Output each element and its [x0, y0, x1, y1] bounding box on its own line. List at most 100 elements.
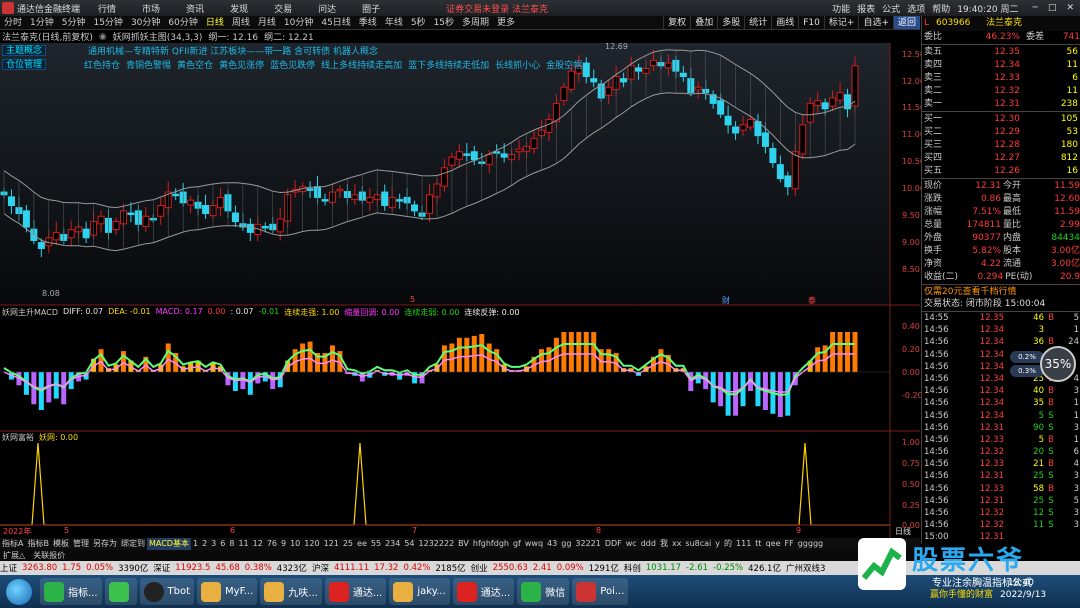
- related-quote-button[interactable]: 关联报价: [33, 550, 65, 561]
- indicator-tab[interactable]: 25: [341, 538, 355, 550]
- tf-15min[interactable]: 15分钟: [89, 16, 126, 29]
- minimize-icon[interactable]: ─: [1033, 3, 1038, 13]
- indicator-tab[interactable]: ee: [355, 538, 369, 550]
- indicator-tab[interactable]: 9: [279, 538, 288, 550]
- indicator-tab[interactable]: ddd: [639, 538, 658, 550]
- tf-year[interactable]: 年线: [381, 16, 407, 29]
- indicator-tab[interactable]: 1232222: [417, 538, 457, 550]
- menu-item-news[interactable]: 资讯: [186, 2, 204, 15]
- tf-60min[interactable]: 60分钟: [164, 16, 201, 29]
- menu-help[interactable]: 帮助: [932, 2, 950, 15]
- indicator-tab[interactable]: qee: [764, 538, 783, 550]
- indicator-tab[interactable]: 3: [209, 538, 218, 550]
- indicator-tab[interactable]: wc: [624, 538, 639, 550]
- indicator-tab[interactable]: 管理: [71, 538, 91, 550]
- close-icon[interactable]: ✕: [1066, 3, 1074, 13]
- tf-more[interactable]: 更多: [493, 16, 519, 29]
- indicator-tab[interactable]: gf: [511, 538, 523, 550]
- tag-theme[interactable]: 主题概念: [2, 44, 47, 56]
- btn-back[interactable]: 返回: [892, 16, 920, 29]
- indicator-name[interactable]: 妖网抓妖主图(34,3,3): [113, 30, 203, 43]
- indicator-tab[interactable]: 2: [200, 538, 209, 550]
- btn-draw[interactable]: 画线: [771, 16, 798, 29]
- indicator-tab[interactable]: 指标B: [25, 538, 51, 550]
- menu-item-circle[interactable]: 圈子: [362, 2, 380, 15]
- indicator-tab[interactable]: 54: [402, 538, 416, 550]
- promo[interactable]: 仅需20元查看千档行情: [922, 284, 1080, 298]
- btn-multi-stock[interactable]: 多股: [717, 16, 744, 29]
- tf-5sec[interactable]: 5秒: [407, 16, 430, 29]
- indicator-tab[interactable]: tt: [753, 538, 763, 550]
- tag-position[interactable]: 仓位管理: [2, 58, 47, 70]
- macd-name[interactable]: 妖网主升MACD: [2, 307, 58, 318]
- menu-formula[interactable]: 公式: [882, 2, 900, 15]
- menu-item-discover[interactable]: 发现: [230, 2, 248, 15]
- tf-5min[interactable]: 5分钟: [58, 16, 90, 29]
- tf-multi[interactable]: 多周期: [458, 16, 493, 29]
- speed-gauge[interactable]: 35%: [1040, 346, 1076, 382]
- menu-function[interactable]: 功能: [832, 2, 850, 15]
- login-notice[interactable]: 证券交易未登录 法兰泰克: [446, 2, 548, 15]
- indicator-tab[interactable]: 76: [265, 538, 279, 550]
- indicator-tab[interactable]: 120: [302, 538, 321, 550]
- indicator-tab[interactable]: 11: [236, 538, 250, 550]
- chart-canvas[interactable]: [0, 43, 920, 538]
- indicator-tab[interactable]: 的: [722, 538, 734, 550]
- indicator-tab[interactable]: 6: [218, 538, 227, 550]
- settings-icon[interactable]: ◉: [99, 32, 107, 42]
- tf-15sec[interactable]: 15秒: [430, 16, 458, 29]
- taskbar-item[interactable]: 通达...: [324, 578, 387, 605]
- menu-item-trade[interactable]: 交易: [274, 2, 292, 15]
- indicator-tab[interactable]: wwq: [523, 538, 545, 550]
- btn-fuquan[interactable]: 复权: [663, 16, 690, 29]
- indicator-tab[interactable]: DDF: [603, 538, 624, 550]
- indicator-tab[interactable]: 我: [658, 538, 670, 550]
- indicator-tab[interactable]: 234: [383, 538, 402, 550]
- taskbar-item[interactable]: 通达...: [452, 578, 515, 605]
- start-button-icon[interactable]: [6, 578, 32, 605]
- btn-overlay[interactable]: 叠加: [690, 16, 717, 29]
- tf-quarter[interactable]: 季线: [355, 16, 381, 29]
- maximize-icon[interactable]: □: [1048, 3, 1057, 13]
- tf-fenshi[interactable]: 分时: [0, 16, 26, 29]
- menu-item-market[interactable]: 行情: [98, 2, 116, 15]
- menu-item-bazaar[interactable]: 市场: [142, 2, 160, 15]
- taskbar-item[interactable]: 微信: [517, 578, 570, 605]
- btn-mark[interactable]: 标记+: [823, 16, 859, 29]
- tf-30min[interactable]: 30分钟: [127, 16, 164, 29]
- indicator-tab[interactable]: su8cai: [683, 538, 713, 550]
- taskbar-item[interactable]: jaky...: [389, 578, 450, 605]
- indicator-tab[interactable]: gg: [559, 538, 573, 550]
- taskbar-item[interactable]: [104, 578, 137, 605]
- indicator-tab[interactable]: BV: [456, 538, 471, 550]
- indicator-tab[interactable]: 121: [322, 538, 341, 550]
- indicator-tab[interactable]: ggggg: [796, 538, 825, 550]
- taskbar-item[interactable]: MyF...: [197, 578, 258, 605]
- taskbar-item[interactable]: 指标...: [40, 578, 102, 605]
- taskbar-item[interactable]: Tbot: [139, 578, 195, 605]
- indicator-tab[interactable]: FF: [783, 538, 796, 550]
- indicator-tab[interactable]: 8: [227, 538, 236, 550]
- indicator-tab[interactable]: hfghfdgh: [471, 538, 511, 550]
- menu-report[interactable]: 报表: [857, 2, 875, 15]
- indicator-tab[interactable]: 10: [288, 538, 302, 550]
- tf-1min[interactable]: 1分钟: [26, 16, 58, 29]
- taskbar-item[interactable]: Poi...: [572, 578, 629, 605]
- taskbar-item[interactable]: 九呋...: [260, 578, 322, 605]
- indicator-tab[interactable]: xx: [670, 538, 683, 550]
- btn-stats[interactable]: 统计: [744, 16, 771, 29]
- marker-tai[interactable]: 泰: [808, 295, 816, 306]
- btn-f10[interactable]: F10: [798, 16, 824, 29]
- indicator-tab[interactable]: 111: [734, 538, 753, 550]
- tf-monthly[interactable]: 月线: [254, 16, 280, 29]
- indicator-tab[interactable]: 模板: [51, 538, 71, 550]
- indicator-tab[interactable]: 另存为: [91, 538, 119, 550]
- btn-watchlist[interactable]: 自选+: [858, 16, 893, 29]
- indicator-tab[interactable]: MACD基本: [146, 538, 191, 550]
- tf-45day[interactable]: 45日线: [317, 16, 354, 29]
- tf-weekly[interactable]: 周线: [228, 16, 254, 29]
- menu-item-wenda[interactable]: 问达: [318, 2, 336, 15]
- period-label[interactable]: 日线: [895, 526, 911, 537]
- indicator-tab[interactable]: 1: [191, 538, 200, 550]
- indicator-tab[interactable]: 32221: [573, 538, 602, 550]
